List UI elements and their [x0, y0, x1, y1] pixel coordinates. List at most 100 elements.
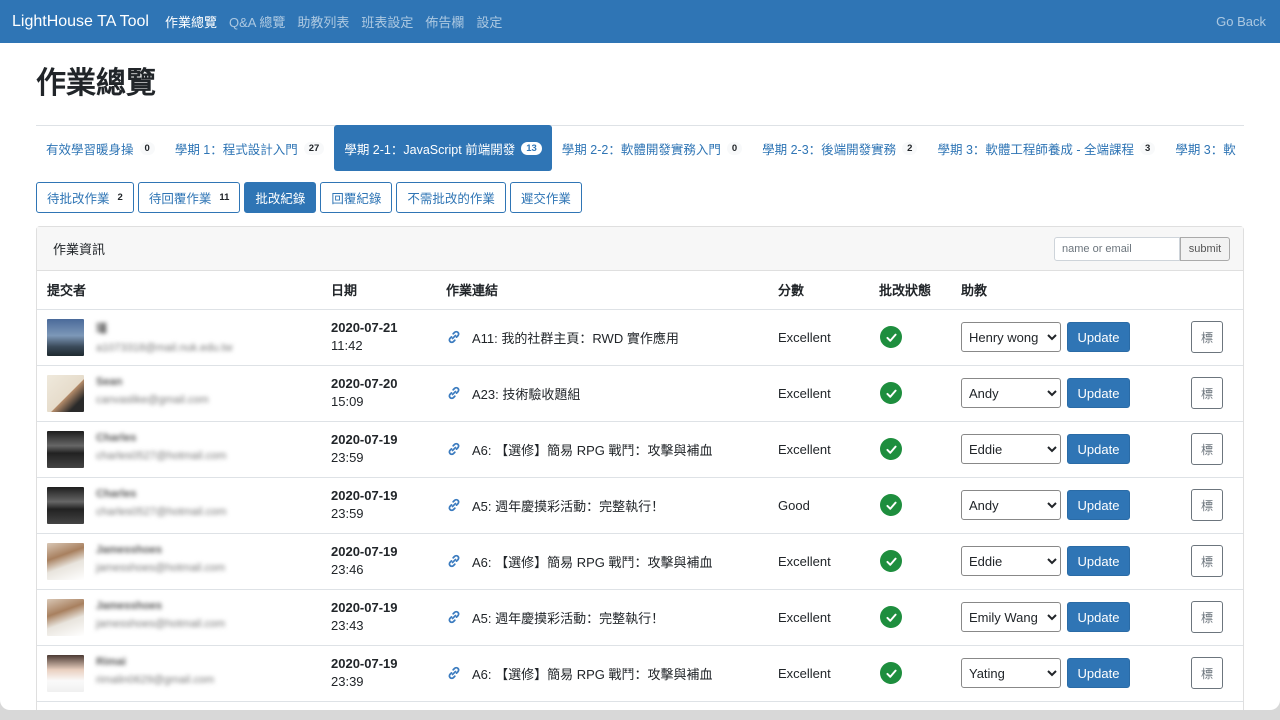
mark-button[interactable]: 標 — [1191, 321, 1223, 353]
link-icon[interactable] — [446, 665, 462, 681]
filter-tab[interactable]: 待批改作業 2 — [36, 182, 134, 213]
update-button[interactable]: Update — [1067, 434, 1130, 464]
assignment-link[interactable]: A5: 週年慶摸彩活動：完整執行！ — [472, 608, 664, 627]
filter-tab-label: 待批改作業 — [47, 192, 110, 206]
card-header: 作業資訊 submit — [37, 227, 1243, 271]
table-header-row: 提交者 日期 作業連結 分數 批改狀態 助教 — [37, 271, 1243, 310]
search-input[interactable] — [1054, 237, 1180, 261]
mark-button[interactable]: 標 — [1191, 545, 1223, 577]
assignment-link[interactable]: A11: 我的社群主頁：RWD 實作應用 — [472, 328, 679, 347]
table-row: Sean canvaslike@gmail.com 2020-07-20 15:09 A… — [37, 365, 1243, 422]
update-button[interactable]: Update — [1067, 490, 1130, 520]
submitter-name: Charles — [96, 431, 137, 444]
filter-tab-label: 遲交作業 — [520, 192, 571, 206]
score-cell: Excellent — [768, 589, 869, 646]
app-window: LightHouse TA Tool 作業總覽 Q&A 總覽 助教列表 班表設定… — [0, 0, 1280, 710]
filter-tab[interactable]: 待回覆作業 11 — [137, 182, 241, 213]
assignment-link[interactable]: A6: 【選修】簡易 RPG 戰鬥：攻擊與補血 — [472, 440, 713, 459]
assignments-table: 提交者 日期 作業連結 分數 批改狀態 助教 瑾 a1073318@mail.nu… — [37, 271, 1243, 702]
course-tab-label: 學期 3：軟 — [1175, 142, 1236, 157]
link-icon[interactable] — [446, 497, 462, 513]
course-tab[interactable]: 有效學習暖身操 0 — [36, 125, 165, 171]
nav-qa-overview[interactable]: Q&A 總覽 — [229, 12, 285, 31]
ta-select[interactable]: Eddie — [961, 546, 1061, 576]
link-icon[interactable] — [446, 385, 462, 401]
mark-button[interactable]: 標 — [1191, 657, 1223, 689]
submit-date: 2020-07-19 — [331, 656, 398, 671]
brand-logo[interactable]: LightHouse TA Tool — [12, 13, 149, 31]
nav-schedule-settings[interactable]: 班表設定 — [361, 12, 413, 31]
ta-cell: Emily Wang Update 標 — [951, 589, 1243, 646]
filter-tab[interactable]: 批改紀錄 — [244, 182, 317, 213]
table-row: Jamesshoes jamesshoes@hotmail.com 2020-07-… — [37, 589, 1243, 646]
update-button[interactable]: Update — [1067, 322, 1130, 352]
ta-select[interactable]: Eddie — [961, 434, 1061, 464]
check-circle-icon — [880, 494, 902, 516]
ta-select[interactable]: Andy — [961, 490, 1061, 520]
mark-button[interactable]: 標 — [1191, 433, 1223, 465]
filter-tab[interactable]: 不需批改的作業 — [396, 182, 506, 213]
mark-button[interactable]: 標 — [1191, 601, 1223, 633]
table-row: Jamesshoes jamesshoes@hotmail.com 2020-07-… — [37, 533, 1243, 590]
table-row: Charles charles0527@hotmail.com 2020-07-19… — [37, 421, 1243, 478]
update-button[interactable]: Update — [1067, 602, 1130, 632]
course-tab[interactable]: 學期 3：軟 — [1165, 125, 1244, 171]
assignment-link[interactable]: A23: 技術驗收題組 — [472, 384, 580, 403]
submitter-name: Rimai — [96, 655, 126, 668]
count-badge: 3 — [1140, 141, 1156, 155]
link-icon[interactable] — [446, 329, 462, 345]
nav-ta-list[interactable]: 助教列表 — [297, 12, 349, 31]
link-icon[interactable] — [446, 553, 462, 569]
update-button[interactable]: Update — [1067, 378, 1130, 408]
mark-button[interactable]: 標 — [1191, 377, 1223, 409]
ta-cell: Eddie Update 標 — [951, 421, 1243, 478]
count-badge: 2 — [902, 141, 918, 155]
filter-tab[interactable]: 回覆紀錄 — [320, 182, 393, 213]
ta-cell: Eddie Update 標 — [951, 533, 1243, 590]
link-icon[interactable] — [446, 441, 462, 457]
course-tab[interactable]: 學期 2-2：軟體開發實務入門 0 — [552, 125, 752, 171]
course-tab-label: 學期 3：軟體工程師養成 - 全端課程 — [937, 142, 1135, 157]
course-tab[interactable]: 學期 2-3：後端開發實務 2 — [752, 125, 927, 171]
assignment-link[interactable]: A5: 週年慶摸彩活動：完整執行！ — [472, 496, 664, 515]
mark-button[interactable]: 標 — [1191, 489, 1223, 521]
submitter-email: jamesshoes@hotmail.com — [96, 617, 226, 630]
submitter-cell: Charles charles0527@hotmail.com — [37, 421, 321, 478]
search-submit-button[interactable]: submit — [1180, 237, 1230, 261]
status-cell — [869, 421, 951, 478]
nav-assignments-overview[interactable]: 作業總覽 — [165, 12, 217, 31]
assignment-link[interactable]: A6: 【選修】簡易 RPG 戰鬥：攻擊與補血 — [472, 664, 713, 683]
header-status: 批改狀態 — [869, 271, 951, 310]
status-cell — [869, 533, 951, 590]
update-button[interactable]: Update — [1067, 546, 1130, 576]
nav-settings[interactable]: 設定 — [476, 12, 502, 31]
submitter-name: 瑾 — [96, 322, 107, 335]
count-badge: 13 — [521, 141, 542, 155]
update-button[interactable]: Update — [1067, 658, 1130, 688]
ta-select[interactable]: Andy — [961, 378, 1061, 408]
assignment-cell: A11: 我的社群主頁：RWD 實作應用 — [436, 309, 768, 366]
submitter-name: Sean — [96, 375, 123, 388]
course-tab-label: 學期 2-2：軟體開發實務入門 — [561, 142, 721, 157]
status-cell — [869, 589, 951, 646]
filter-tab[interactable]: 遲交作業 — [509, 182, 582, 213]
assignment-link[interactable]: A6: 【選修】簡易 RPG 戰鬥：攻擊與補血 — [472, 552, 713, 571]
ta-select[interactable]: Yating — [961, 658, 1061, 688]
card-title: 作業資訊 — [53, 242, 106, 257]
assignment-cell: A6: 【選修】簡易 RPG 戰鬥：攻擊與補血 — [436, 533, 768, 590]
course-tab[interactable]: 學期 2-1：JavaScript 前端開發 13 — [334, 125, 552, 171]
course-tab[interactable]: 學期 3：軟體工程師養成 - 全端課程 3 — [927, 125, 1165, 171]
link-icon[interactable] — [446, 609, 462, 625]
ta-select[interactable]: Henry wong — [961, 322, 1061, 352]
go-back-link[interactable]: Go Back — [1216, 14, 1266, 29]
header-date: 日期 — [321, 271, 436, 310]
course-tab[interactable]: 學期 1：程式設計入門 27 — [165, 125, 335, 171]
main-content: 作業總覽 有效學習暖身操 0 學期 1：程式設計入門 27 學期 2-1：JavaScr… — [36, 43, 1244, 710]
ta-cell: Andy Update 標 — [951, 477, 1243, 534]
nav-bulletin-board[interactable]: 佈告欄 — [425, 12, 464, 31]
submit-time: 23:43 — [331, 618, 364, 633]
submitter-name: Jamesshoes — [96, 599, 163, 612]
submitter-email: rimalin0629@gmail.com — [96, 673, 215, 686]
submit-time: 23:39 — [331, 674, 364, 689]
ta-select[interactable]: Emily Wang — [961, 602, 1061, 632]
